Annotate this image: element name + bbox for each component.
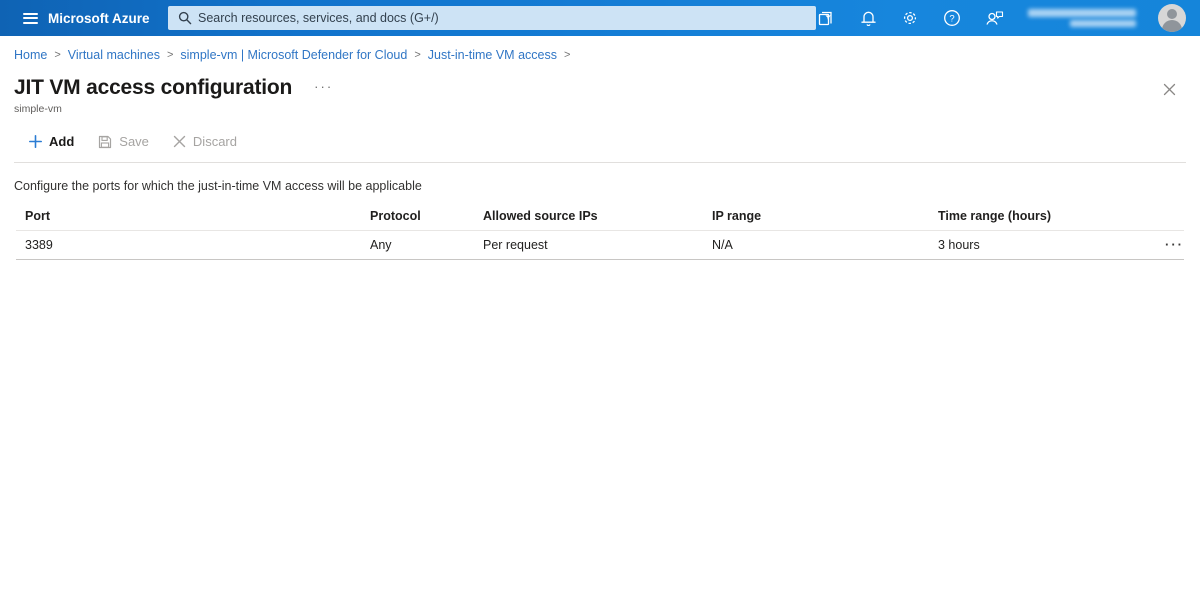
cell-ip-range: N/A (712, 238, 733, 252)
azure-brand[interactable]: Microsoft Azure (48, 11, 150, 26)
breadcrumb: Home > Virtual machines > simple-vm | Mi… (0, 36, 1200, 72)
command-toolbar: Add Save Discard (14, 125, 1186, 163)
discard-x-icon (173, 135, 186, 148)
breadcrumb-home[interactable]: Home (14, 48, 47, 62)
page-title: JIT VM access configuration (14, 76, 293, 99)
settings-button[interactable] (900, 8, 920, 28)
cell-protocol: Any (370, 238, 392, 252)
azure-top-bar: Microsoft Azure Search resources, servic… (0, 0, 1200, 36)
search-icon (178, 11, 192, 25)
breadcrumb-jit-vm-access[interactable]: Just-in-time VM access (428, 48, 557, 62)
avatar-person-icon (1167, 9, 1177, 19)
save-button-label: Save (119, 134, 149, 149)
discard-button[interactable]: Discard (164, 131, 246, 152)
breadcrumb-separator: > (563, 49, 571, 61)
breadcrumb-defender-for-cloud[interactable]: simple-vm | Microsoft Defender for Cloud (180, 48, 407, 62)
breadcrumb-separator: > (166, 49, 174, 61)
add-button[interactable]: Add (20, 131, 83, 152)
add-button-label: Add (49, 134, 75, 149)
page-header: JIT VM access configuration ··· (0, 72, 1200, 100)
ports-description: Configure the ports for which the just-i… (14, 179, 422, 193)
breadcrumb-separator: > (414, 49, 421, 61)
bell-icon (860, 11, 876, 27)
feedback-button[interactable] (984, 8, 1004, 28)
column-header-protocol: Protocol (370, 208, 421, 223)
plus-icon (29, 135, 42, 148)
gear-icon (903, 11, 917, 25)
breadcrumb-separator: > (54, 49, 61, 61)
directory-subscription-filter-icon (818, 11, 832, 26)
column-header-port: Port (25, 208, 50, 223)
directory-filter-button[interactable] (816, 8, 836, 28)
feedback-icon (985, 11, 1003, 25)
account-directory-redacted (1070, 20, 1136, 27)
row-more-options-icon[interactable]: ··· (1159, 238, 1184, 252)
topbar-actions: ? (774, 4, 1200, 32)
portal-menu-button[interactable] (16, 4, 44, 32)
column-header-time-range: Time range (hours) (938, 208, 1051, 223)
avatar[interactable] (1158, 4, 1186, 32)
hamburger-icon (22, 10, 38, 26)
save-button[interactable]: Save (89, 131, 158, 152)
column-header-allowed-source-ips: Allowed source IPs (483, 208, 598, 223)
page-subtitle: simple-vm (14, 103, 62, 115)
close-icon (1163, 83, 1175, 95)
breadcrumb-virtual-machines[interactable]: Virtual machines (68, 48, 160, 62)
notifications-button[interactable] (858, 8, 878, 28)
cell-time-range: 3 hours (938, 238, 980, 252)
column-header-ip-range: IP range (712, 208, 762, 223)
svg-text:?: ? (949, 13, 954, 24)
ports-table: Port Protocol Allowed source IPs IP rang… (16, 201, 1184, 260)
save-icon (99, 135, 112, 148)
table-header-row: Port Protocol Allowed source IPs IP rang… (16, 201, 1184, 231)
table-row: 3389 Any Per request N/A 3 hours ··· (16, 231, 1184, 260)
account-email-redacted (1028, 9, 1136, 17)
cell-port: 3389 (25, 238, 53, 252)
global-search-box[interactable] (168, 6, 816, 30)
cell-allowed-source-ips: Per request (483, 238, 548, 252)
discard-button-label: Discard (192, 134, 237, 149)
page-more-options-icon[interactable]: ··· (314, 80, 333, 93)
close-blade-button[interactable] (1158, 78, 1180, 100)
help-icon: ? (944, 10, 960, 26)
global-search-input[interactable] (198, 11, 816, 25)
help-button[interactable]: ? (942, 8, 962, 28)
account-info-redacted[interactable] (1028, 9, 1136, 27)
